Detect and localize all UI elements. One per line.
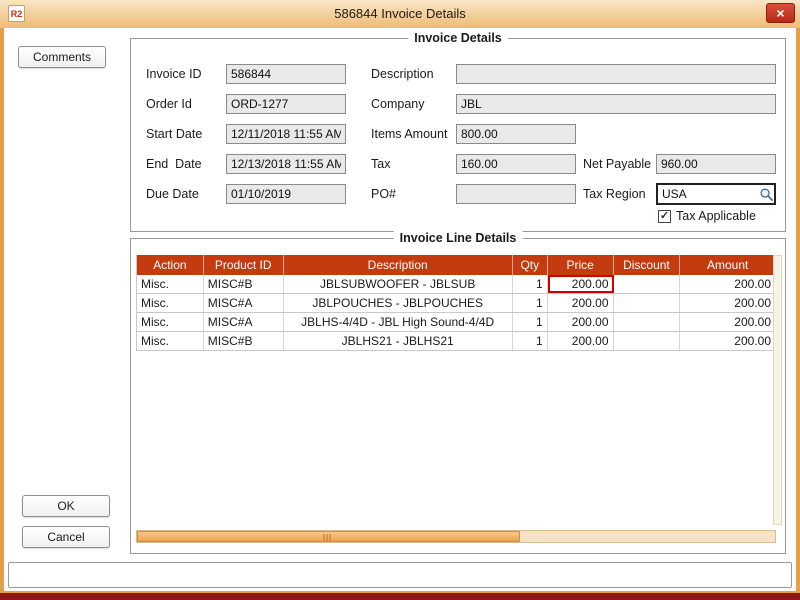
column-header-description[interactable]: Description <box>284 255 513 275</box>
cell-product-id[interactable]: MISC#A <box>204 313 284 331</box>
net-payable-label: Net Payable <box>583 154 651 174</box>
invoice-id-field[interactable] <box>226 64 346 84</box>
invoice-line-details-group: Invoice Line Details Action Product ID D… <box>130 238 786 554</box>
tax-applicable-label: Tax Applicable <box>676 209 756 223</box>
table-row: Misc. MISC#A JBLPOUCHES - JBLPOUCHES 1 2… <box>137 294 775 313</box>
title-bar[interactable]: R2 586844 Invoice Details × <box>0 0 800 28</box>
cell-action[interactable]: Misc. <box>137 275 204 293</box>
cell-description[interactable]: JBLPOUCHES - JBLPOUCHES <box>284 294 513 312</box>
invoice-id-label: Invoice ID <box>146 64 202 84</box>
cell-discount[interactable] <box>614 294 681 312</box>
po-number-label: PO# <box>371 184 396 204</box>
cell-discount[interactable] <box>614 275 681 293</box>
vertical-scrollbar[interactable] <box>773 255 782 525</box>
column-header-qty[interactable]: Qty <box>513 255 548 275</box>
company-label: Company <box>371 94 425 114</box>
cell-qty[interactable]: 1 <box>513 313 548 331</box>
po-number-field[interactable] <box>456 184 576 204</box>
column-header-amount[interactable]: Amount <box>680 255 775 275</box>
tax-field[interactable] <box>456 154 576 174</box>
horizontal-scrollbar-thumb[interactable] <box>137 531 520 542</box>
cell-action[interactable]: Misc. <box>137 332 204 350</box>
tax-region-label: Tax Region <box>583 184 646 204</box>
cell-discount[interactable] <box>614 332 681 350</box>
cell-price-selected[interactable]: 200.00 <box>548 275 614 293</box>
end-date-label: End Date <box>146 154 202 174</box>
cell-price[interactable]: 200.00 <box>548 313 614 331</box>
cell-price[interactable]: 200.00 <box>548 294 614 312</box>
cell-action[interactable]: Misc. <box>137 294 204 312</box>
cell-product-id[interactable]: MISC#B <box>204 275 284 293</box>
tax-applicable-row: ✓ Tax Applicable <box>658 209 756 223</box>
cell-discount[interactable] <box>614 313 681 331</box>
column-header-discount[interactable]: Discount <box>614 255 681 275</box>
order-id-field[interactable] <box>226 94 346 114</box>
order-id-label: Order Id <box>146 94 192 114</box>
horizontal-scrollbar[interactable] <box>136 530 776 543</box>
dialog-body: Comments OK Cancel Invoice Details Invoi… <box>4 28 796 591</box>
cell-product-id[interactable]: MISC#B <box>204 332 284 350</box>
search-icon[interactable] <box>759 187 774 202</box>
items-amount-field[interactable] <box>456 124 576 144</box>
description-field[interactable] <box>456 64 776 84</box>
comments-button[interactable]: Comments <box>18 46 106 68</box>
end-date-field[interactable] <box>226 154 346 174</box>
cell-amount[interactable]: 200.00 <box>680 313 775 331</box>
due-date-label: Due Date <box>146 184 199 204</box>
cell-price[interactable]: 200.00 <box>548 332 614 350</box>
invoice-details-group: Invoice Details Invoice ID Order Id Star… <box>130 38 786 232</box>
table-row: Misc. MISC#A JBLHS-4/4D - JBL High Sound… <box>137 313 775 332</box>
net-payable-field[interactable] <box>656 154 776 174</box>
invoice-details-window: R2 586844 Invoice Details × Comments OK … <box>0 0 800 600</box>
cell-amount[interactable]: 200.00 <box>680 332 775 350</box>
due-date-field[interactable] <box>226 184 346 204</box>
cell-product-id[interactable]: MISC#A <box>204 294 284 312</box>
ok-button[interactable]: OK <box>22 495 110 517</box>
cell-amount[interactable]: 200.00 <box>680 294 775 312</box>
scrollbar-grip-icon <box>324 534 333 541</box>
tax-region-field[interactable] <box>656 183 776 205</box>
window-bottom-edge <box>0 593 800 600</box>
cell-amount[interactable]: 200.00 <box>680 275 775 293</box>
column-header-product-id[interactable]: Product ID <box>204 255 284 275</box>
start-date-field[interactable] <box>226 124 346 144</box>
line-items-grid: Action Product ID Description Qty Price … <box>136 255 776 351</box>
column-header-action[interactable]: Action <box>137 255 204 275</box>
tax-applicable-checkbox[interactable]: ✓ <box>658 210 671 223</box>
company-field[interactable] <box>456 94 776 114</box>
column-header-price[interactable]: Price <box>548 255 614 275</box>
tax-label: Tax <box>371 154 390 174</box>
cell-description[interactable]: JBLHS-4/4D - JBL High Sound-4/4D <box>284 313 513 331</box>
cell-qty[interactable]: 1 <box>513 332 548 350</box>
invoice-line-details-group-title: Invoice Line Details <box>394 231 523 245</box>
invoice-details-group-title: Invoice Details <box>408 31 508 45</box>
table-row: Misc. MISC#B JBLHS21 - JBLHS21 1 200.00 … <box>137 332 775 351</box>
status-bar <box>8 562 792 588</box>
start-date-label: Start Date <box>146 124 202 144</box>
cancel-button[interactable]: Cancel <box>22 526 110 548</box>
cell-description[interactable]: JBLSUBWOOFER - JBLSUB <box>284 275 513 293</box>
cell-qty[interactable]: 1 <box>513 294 548 312</box>
cell-description[interactable]: JBLHS21 - JBLHS21 <box>284 332 513 350</box>
close-button[interactable]: × <box>766 3 795 23</box>
grid-header-row: Action Product ID Description Qty Price … <box>137 255 775 275</box>
cell-action[interactable]: Misc. <box>137 313 204 331</box>
description-label: Description <box>371 64 434 84</box>
table-row: Misc. MISC#B JBLSUBWOOFER - JBLSUB 1 200… <box>137 275 775 294</box>
items-amount-label: Items Amount <box>371 124 447 144</box>
window-title: 586844 Invoice Details <box>0 0 800 28</box>
cell-qty[interactable]: 1 <box>513 275 548 293</box>
